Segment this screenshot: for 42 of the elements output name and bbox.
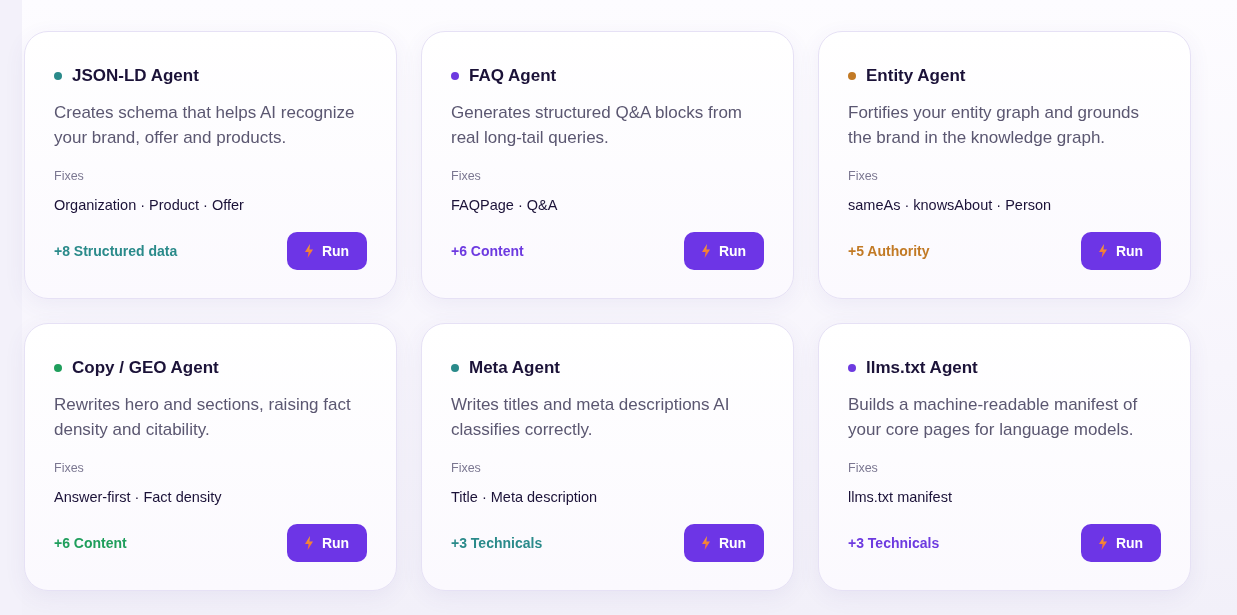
impact-score: +8 Structured data bbox=[54, 242, 178, 261]
fixes-list: FAQPage · Q&A bbox=[451, 195, 764, 215]
agent-title: FAQ Agent bbox=[469, 65, 557, 87]
fixes-label: Fixes bbox=[54, 460, 85, 477]
fixes-list: Title · Meta description bbox=[451, 487, 764, 507]
run-button[interactable]: Run bbox=[1081, 524, 1161, 562]
agent-description: Generates structured Q&A blocks from real long-tail queries. bbox=[451, 102, 743, 149]
lightning-icon bbox=[304, 244, 313, 258]
fixes-list: Answer-first · Fact density bbox=[54, 487, 367, 507]
agent-title: Meta Agent bbox=[469, 357, 560, 379]
fixes-label: Fixes bbox=[54, 168, 85, 185]
agent-description: Builds a machine-readable manifest of your core pages for language models. bbox=[848, 394, 1139, 441]
fixes-label: Fixes bbox=[848, 168, 879, 185]
run-button[interactable]: Run bbox=[684, 232, 764, 270]
run-button[interactable]: Run bbox=[1081, 232, 1161, 270]
fixes-label: Fixes bbox=[451, 168, 482, 185]
lightning-icon bbox=[1098, 244, 1107, 258]
fixes-list: Organization · Product · Offer bbox=[54, 195, 367, 215]
agent-description: Creates schema that helps AI recognize your brand, offer and products. bbox=[54, 102, 356, 149]
fixes-label: Fixes bbox=[451, 460, 482, 477]
agent-description: Rewrites hero and sections, raising fact density and citability. bbox=[54, 394, 352, 441]
impact-score: +3 Technicals bbox=[848, 534, 940, 553]
fixes-label: Fixes bbox=[848, 460, 879, 477]
impact-score: +3 Technicals bbox=[451, 534, 543, 553]
fixes-list: sameAs · knowsAbout · Person bbox=[848, 195, 1161, 215]
agent-title: Entity Agent bbox=[866, 65, 966, 87]
agent-description: Fortifies your entity graph and grounds the brand in the knowledge graph. bbox=[848, 102, 1141, 149]
lightning-icon bbox=[304, 536, 313, 550]
agent-description: Writes titles and meta descriptions AI classifies correctly. bbox=[451, 394, 731, 441]
agent-title: JSON-LD Agent bbox=[72, 65, 199, 87]
run-button[interactable]: Run bbox=[287, 232, 367, 270]
agent-title: Copy / GEO Agent bbox=[72, 357, 219, 379]
run-button[interactable]: Run bbox=[287, 524, 367, 562]
impact-score: +5 Authority bbox=[848, 242, 930, 261]
agent-title: llms.txt Agent bbox=[866, 357, 978, 379]
lightning-icon bbox=[701, 536, 710, 550]
fixes-list: llms.txt manifest bbox=[848, 487, 1161, 507]
impact-score: +6 Content bbox=[451, 242, 524, 261]
lightning-icon bbox=[701, 244, 710, 258]
run-button[interactable]: Run bbox=[684, 524, 764, 562]
lightning-icon bbox=[1098, 536, 1107, 550]
impact-score: +6 Content bbox=[54, 534, 127, 553]
